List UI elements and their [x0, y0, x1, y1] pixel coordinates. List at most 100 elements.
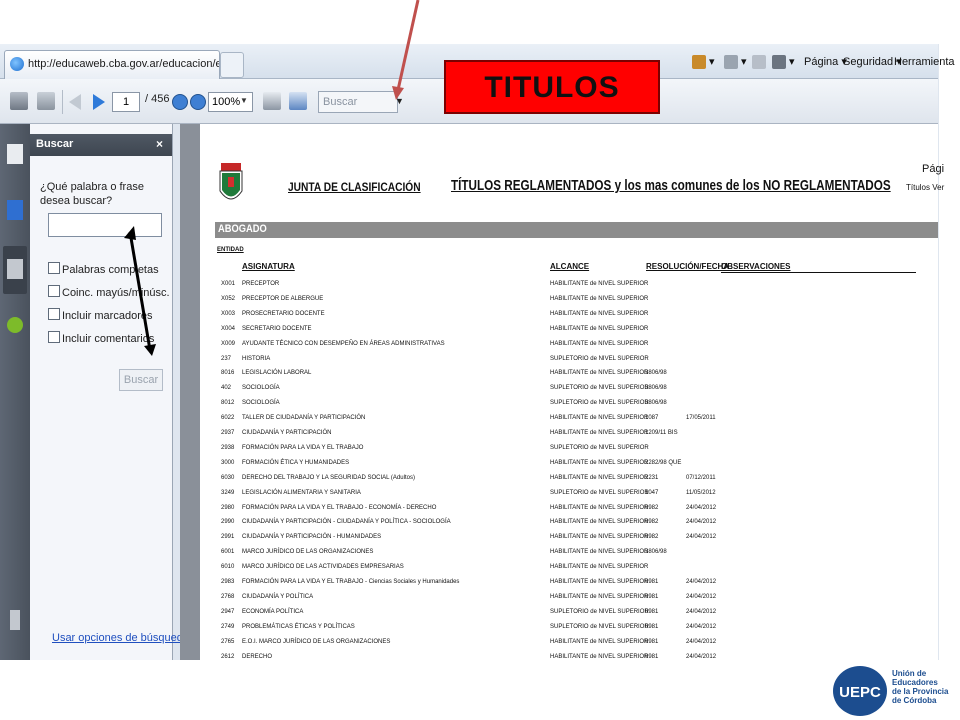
option-match-case[interactable]: Coinc. mayús/minúsc. [48, 285, 170, 300]
menu-pagina-label: Página [804, 56, 839, 68]
cell-alcance: SUPLETORIO de NIVEL SUPERIOR [550, 489, 649, 496]
close-icon[interactable]: × [156, 137, 163, 151]
cell-alcance: SUPLETORIO de NIVEL SUPERIOR [550, 400, 649, 407]
zoom-dropdown-icon[interactable]: ▼ [240, 92, 250, 110]
table-row: 2768 CIUDADANÍA Y POLÍTICA HABILITANTE de … [215, 594, 938, 609]
cell-code: 3000 [221, 459, 235, 466]
cell-asignatura: FORMACIÓN PARA LA VIDA Y EL TRABAJO [242, 444, 364, 451]
cell-fecha: 24/04/2012 [686, 519, 717, 526]
zoom-out-icon[interactable] [172, 94, 188, 110]
cell-code: 2947 [221, 608, 235, 615]
zoom-in-icon[interactable] [190, 94, 206, 110]
cell-alcance: HABILITANTE de NIVEL SUPERIOR [550, 295, 649, 302]
save-icon[interactable] [37, 92, 55, 110]
option-label: Coinc. mayús/minúsc. [62, 287, 170, 299]
table-row: X003 PROSECRETARIO DOCENTE HABILITANTE de … [215, 311, 938, 326]
cell-alcance: HABILITANTE de NIVEL SUPERIOR [550, 638, 649, 645]
cell-asignatura: TALLER DE CIUDADANÍA Y PARTICIPACIÓN [242, 415, 366, 422]
cell-alcance: HABILITANTE de NIVEL SUPERIOR [550, 534, 649, 541]
cell-res: 2282/98 QUE [645, 459, 682, 466]
cell-alcance: HABILITANTE de NIVEL SUPERIOR [550, 325, 649, 332]
new-tab-button[interactable] [220, 52, 244, 78]
print-icon[interactable] [10, 92, 28, 110]
header-resolucion: RESOLUCIÓN/FECHA [646, 262, 730, 271]
cell-res: 0981 [645, 579, 659, 585]
cell-asignatura: SECRETARIO DOCENTE [242, 325, 312, 332]
cell-alcance: HABILITANTE de NIVEL SUPERIOR [550, 459, 649, 466]
cell-res: 0981 [645, 638, 659, 645]
cell-asignatura: PRECEPTOR DE ALBERGUE [242, 295, 324, 302]
previous-page-icon[interactable] [69, 94, 81, 110]
cell-asignatura: FORMACIÓN PARA LA VIDA Y EL TRABAJO - Ci… [242, 579, 460, 585]
option-whole-words[interactable]: Palabras completas [48, 262, 159, 277]
toolbar-search-input[interactable]: Buscar [318, 91, 398, 113]
cell-code: 2612 [221, 653, 235, 660]
option-include-comments[interactable]: Incluir comentarios [48, 331, 154, 346]
cell-code: 402 [221, 385, 232, 392]
cell-res: 2231 [645, 474, 659, 481]
table-row: 6030 DERECHO DEL TRABAJO Y LA SEGURIDAD S… [215, 475, 938, 490]
table-row: 237 HISTORIA SUPLETORIO de NIVEL SUPERIOR [215, 356, 938, 371]
table-row: X052 PRECEPTOR DE ALBERGUE HABILITANTE de … [215, 296, 938, 311]
mail-button[interactable] [752, 52, 766, 72]
option-label: Palabras completas [62, 264, 159, 276]
checkbox-icon[interactable] [48, 262, 60, 274]
fit-width-icon[interactable] [289, 92, 307, 110]
pages-icon[interactable] [7, 144, 23, 164]
table-row: 2612 DERECHO HABILITANTE de NIVEL SUPERIOR… [215, 654, 938, 669]
cell-alcance: SUPLETORIO de NIVEL SUPERIOR [550, 385, 649, 392]
cell-alcance: HABILITANTE de NIVEL SUPERIOR [550, 504, 649, 511]
cell-alcance: HABILITANTE de NIVEL SUPERIOR [550, 579, 649, 585]
cell-asignatura: ECONOMÍA POLÍTICA [242, 608, 304, 615]
checkbox-icon[interactable] [48, 308, 60, 320]
home-button[interactable]: ▾ [692, 52, 715, 72]
feeds-button[interactable]: ▾ [724, 52, 747, 72]
page-count: / 456 [145, 93, 170, 105]
next-page-icon[interactable] [93, 94, 105, 110]
cell-code: X003 [221, 310, 236, 317]
cell-code: 8012 [221, 400, 235, 407]
menu-pagina[interactable]: Página ▾ [804, 52, 847, 72]
cell-code: 6030 [221, 474, 235, 481]
checkbox-icon[interactable] [48, 285, 60, 297]
rss-icon [724, 55, 738, 70]
cell-alcance: HABILITANTE de NIVEL SUPERIOR [550, 310, 649, 317]
attachments-icon[interactable] [10, 610, 20, 630]
option-include-bookmarks[interactable]: Incluir marcadores [48, 308, 152, 323]
checkbox-icon[interactable] [48, 331, 60, 343]
table-row: 2749 PROBLEMÁTICAS ÉTICAS Y POLÍTICAS SUPL… [215, 624, 938, 639]
cell-alcance: HABILITANTE de NIVEL SUPERIOR [550, 653, 649, 660]
cell-code: 237 [221, 355, 232, 362]
cell-code: 2749 [221, 623, 235, 630]
more-options-link[interactable]: Usar opciones de búsqueda [52, 632, 189, 644]
browser-tab[interactable]: http://educaweb.cba.gov.ar/educacion/edu… [4, 50, 220, 79]
table-row: 2765 E.O.I. MARCO JURÍDICO DE LAS ORGANIZ… [215, 639, 938, 654]
find-input[interactable] [48, 213, 162, 237]
table-row: 3249 LEGISLACIÓN ALIMENTARIA Y SANITARIA S… [215, 490, 938, 505]
help-icon[interactable] [7, 317, 23, 333]
binoculars-icon [7, 259, 23, 279]
cell-asignatura: DERECHO DEL TRABAJO Y LA SEGURIDAD SOCIA… [242, 474, 415, 481]
toolbar-divider [62, 90, 63, 114]
menu-seguridad[interactable]: Seguridad ▾ [843, 52, 902, 72]
cell-alcance: HABILITANTE de NIVEL SUPERIOR [550, 549, 649, 556]
cell-asignatura: FORMACIÓN ÉTICA Y HUMANIDADES [242, 459, 350, 466]
menu-herramientas[interactable]: Herramienta [894, 52, 955, 72]
cell-res: 0981 [645, 608, 659, 615]
find-button[interactable]: Buscar [119, 369, 163, 391]
cell-res: 1087 [645, 415, 659, 422]
bookmarks-icon[interactable] [7, 200, 23, 220]
fit-page-icon[interactable] [263, 92, 281, 110]
search-dropdown-icon[interactable]: ▼ [395, 91, 404, 111]
header-alcance: ALCANCE [550, 262, 590, 271]
table-row: 2937 CIUDADANÍA Y PARTICIPACIÓN HABILITANT… [215, 430, 938, 445]
cell-code: X004 [221, 325, 236, 332]
cell-fecha: 24/04/2012 [686, 623, 717, 630]
cell-code: 2765 [221, 638, 235, 645]
cell-code: X009 [221, 340, 236, 347]
cell-code: X001 [221, 281, 236, 287]
cell-code: 2768 [221, 593, 235, 600]
cell-alcance: HABILITANTE de NIVEL SUPERIOR [550, 564, 649, 571]
print-button[interactable]: ▾ [772, 52, 795, 72]
page-number-input[interactable]: 1 [112, 92, 140, 112]
